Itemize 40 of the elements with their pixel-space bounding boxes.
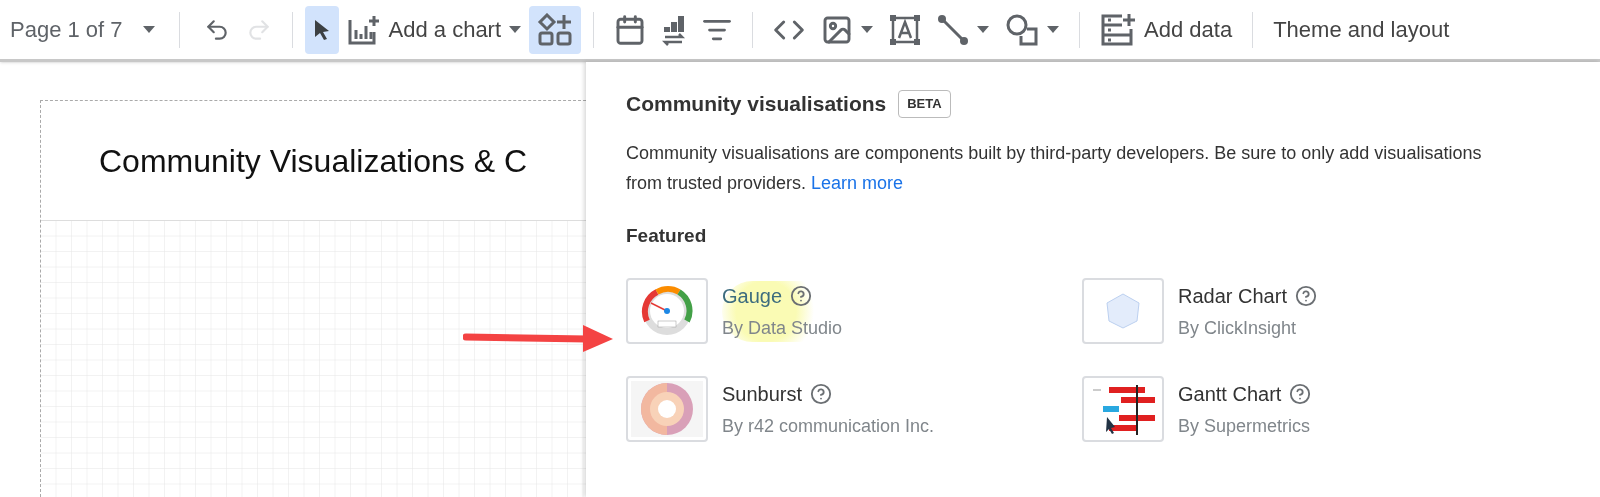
help-icon (1289, 382, 1312, 405)
page-selector[interactable]: Page 1 of 7 (10, 13, 179, 46)
help-icon (1294, 284, 1317, 307)
visualisation-entry[interactable]: Sunburst By r42 communication Inc. (722, 378, 947, 440)
line-icon (937, 13, 970, 46)
visualisation-name: Gantt Chart (1178, 381, 1282, 407)
visualisation-author: By ClickInsight (1178, 316, 1298, 340)
visualisation-entry[interactable]: Gantt Chart By Supermetrics (1178, 378, 1324, 440)
toolbar-icon-button[interactable] (304, 5, 339, 54)
featured-heading: Featured (626, 223, 708, 248)
add-data-icon (1100, 12, 1137, 47)
help-icon (790, 284, 813, 307)
pointer-icon (312, 18, 331, 41)
toolbar-label-button[interactable]: Add a chart (338, 5, 530, 54)
visualisation-author: By Supermetrics (1178, 414, 1312, 438)
visualisation-name: Radar Chart (1178, 283, 1287, 309)
help-icon (810, 382, 833, 405)
shape-icon (1005, 12, 1040, 47)
text-box-icon (889, 13, 922, 46)
caret-icon (142, 26, 155, 33)
visualisation-author: By Data Studio (722, 316, 843, 340)
report-title: Community Visualizations & C (99, 141, 527, 181)
panel-title: Community visualisations (626, 91, 887, 117)
sort-icon (662, 13, 687, 46)
caret-icon (1047, 26, 1060, 33)
shapes-plus-icon (537, 12, 574, 47)
panel-description: Community visualisations are components built by third-party developers. Be sure to only add visualisations from trusted providers. Learn more (626, 141, 1483, 195)
theme-and-layout-button[interactable]: Theme and layout (1265, 13, 1458, 46)
bar-chart-plus-icon (346, 13, 381, 46)
visualisation-entry[interactable]: Radar Chart By ClickInsight (1178, 280, 1329, 342)
learn-more-link[interactable]: Learn more (811, 172, 904, 193)
caret-icon (977, 26, 990, 33)
visualisation-name: Gauge (722, 283, 783, 309)
caret-icon (509, 26, 522, 33)
caret-icon (861, 26, 874, 33)
beta-label: BETA (898, 90, 951, 118)
visualisation-author: By r42 communication Inc. (722, 414, 935, 438)
toolbar-label-button[interactable]: Add data (1092, 5, 1241, 54)
toolbar-icon-button[interactable] (529, 5, 582, 54)
visualisation-name: Sunburst (722, 381, 803, 407)
